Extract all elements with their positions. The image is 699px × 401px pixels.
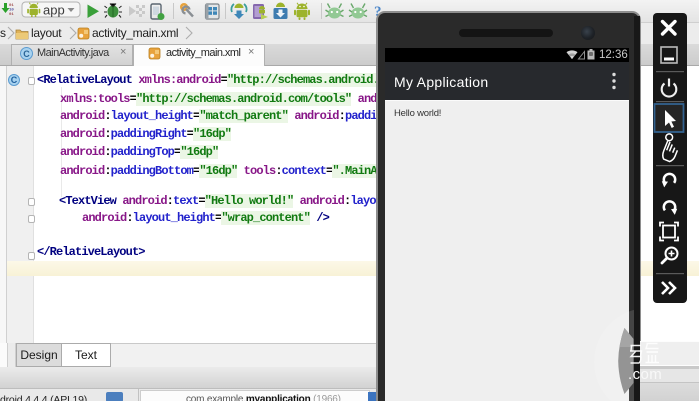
svg-text:app: app bbox=[43, 3, 65, 18]
svg-text:10: 10 bbox=[9, 9, 14, 13]
svg-text:01: 01 bbox=[9, 4, 14, 8]
svg-text:01: 01 bbox=[9, 13, 14, 17]
